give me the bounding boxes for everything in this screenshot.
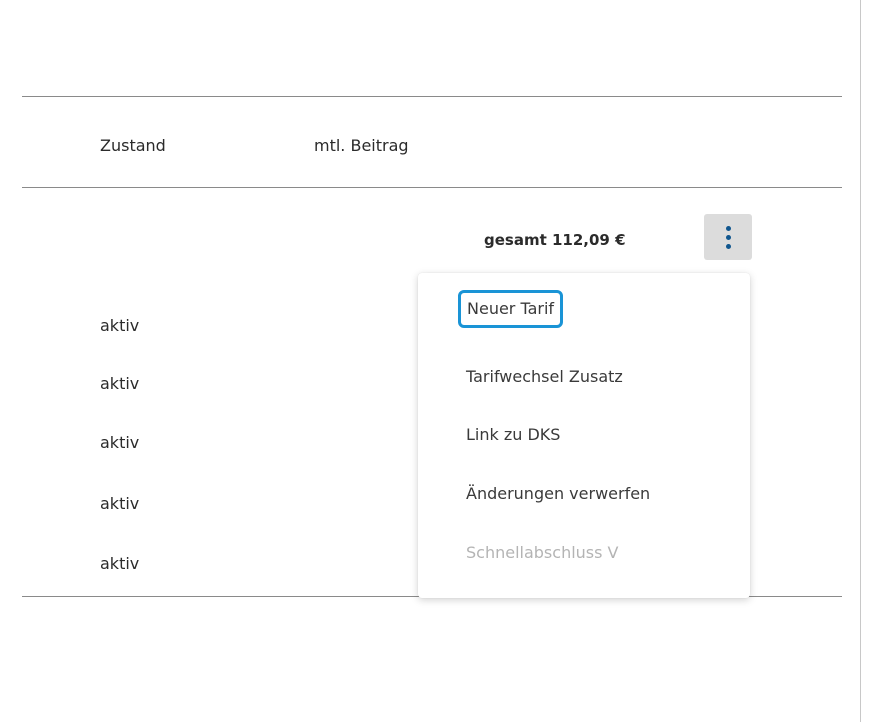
menu-item-schnellabschluss-v: Schnellabschluss V: [466, 543, 619, 562]
row-actions-button[interactable]: [704, 214, 752, 260]
column-header-monthly-fee[interactable]: mtl. Beitrag: [314, 136, 409, 156]
total-amount: gesamt 112,09 €: [484, 231, 626, 249]
column-header-status[interactable]: Zustand: [100, 136, 166, 156]
kebab-vertical-icon-dot-2: [725, 234, 731, 240]
table-row-status: aktiv: [100, 374, 140, 393]
menu-item-link-zu-dks[interactable]: Link zu DKS: [466, 425, 560, 445]
kebab-vertical-icon-dot-3: [725, 243, 731, 249]
menu-item-tarifwechsel-zusatz[interactable]: Tarifwechsel Zusatz: [466, 367, 623, 387]
kebab-vertical-icon-dot-1: [725, 225, 731, 231]
table-row-status: aktiv: [100, 316, 140, 335]
table-row-status: aktiv: [100, 433, 140, 452]
row-actions-menu: Neuer Tarif Tarifwechsel Zusatz Link zu …: [418, 273, 750, 598]
menu-item-neuer-tarif[interactable]: Neuer Tarif: [458, 290, 564, 328]
menu-item-aenderungen-verwerfen[interactable]: Änderungen verwerfen: [466, 484, 650, 504]
panel-right-border: [860, 0, 861, 722]
table-top-divider: [22, 96, 842, 97]
header-bottom-divider: [22, 187, 842, 188]
table-row-status: aktiv: [100, 494, 140, 513]
table-row-status: aktiv: [100, 554, 140, 573]
